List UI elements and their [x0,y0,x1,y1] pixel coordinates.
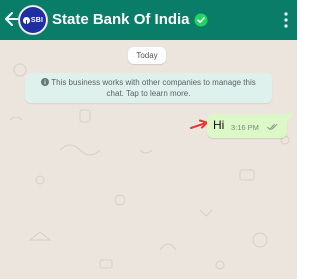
business-notice[interactable]: This business works with other companies… [25,73,272,103]
chat-header: SBI State Bank Of India [0,0,297,40]
more-vertical-icon[interactable] [283,10,289,30]
outgoing-message[interactable]: Hi 3:16 PM [207,114,293,138]
info-icon [41,78,50,86]
sbi-logo: SBI [20,7,46,33]
date-separator: Today [128,47,166,64]
double-check-icon [267,124,278,130]
message-text: Hi [213,118,225,132]
message-time: 3:16 PM [231,123,259,132]
verified-check-icon [194,13,208,26]
contact-title-row[interactable]: State Bank Of India [52,11,208,28]
avatar-text: SBI [30,16,44,24]
bubble-tail [287,114,293,122]
notice-text: This business works with other companies… [51,78,256,98]
sbi-logo-icon [22,16,30,24]
chat-wallpaper [9,63,290,270]
avatar[interactable]: SBI [18,5,48,35]
page-title: State Bank Of India [52,11,190,28]
chat-screen: SBI State Bank Of India Today This busin… [0,0,297,279]
